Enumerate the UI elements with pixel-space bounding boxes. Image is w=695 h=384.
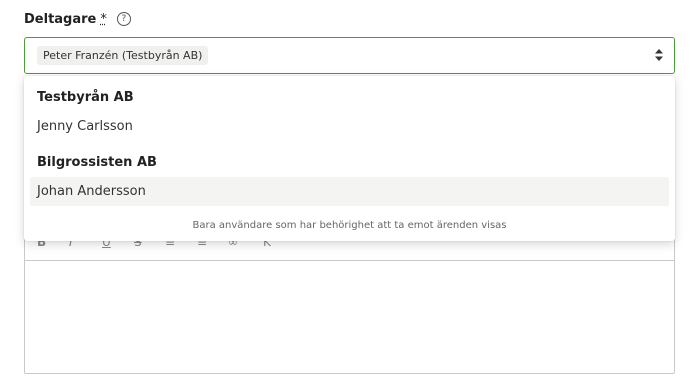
option-jenny-carlsson[interactable]: Jenny Carlsson bbox=[30, 112, 669, 141]
participants-field-label: Deltagare * ? bbox=[24, 10, 131, 28]
message-editor: B I U S ≡ ≡ ∞ K bbox=[24, 224, 675, 374]
participants-select[interactable]: Peter Franzén (Testbyrån AB) bbox=[24, 37, 675, 74]
editor-text-area[interactable] bbox=[25, 261, 674, 373]
sort-up-down-icon[interactable] bbox=[654, 47, 664, 63]
participants-dropdown-menu: Testbyrån AB Jenny Carlsson Bilgrossiste… bbox=[24, 76, 675, 241]
question-circle-icon[interactable]: ? bbox=[116, 12, 131, 26]
selected-participant-chip: Peter Franzén (Testbyrån AB) bbox=[37, 46, 209, 65]
group-header-bilgrossisten: Bilgrossisten AB bbox=[37, 155, 157, 170]
participants-label-text: Deltagare bbox=[24, 11, 97, 27]
required-mark: * bbox=[100, 11, 107, 27]
option-johan-andersson[interactable]: Johan Andersson bbox=[30, 177, 669, 206]
dropdown-footer-note: Bara användare som har behörighet att ta… bbox=[192, 220, 507, 231]
group-header-testbyran: Testbyrån AB bbox=[37, 90, 134, 105]
